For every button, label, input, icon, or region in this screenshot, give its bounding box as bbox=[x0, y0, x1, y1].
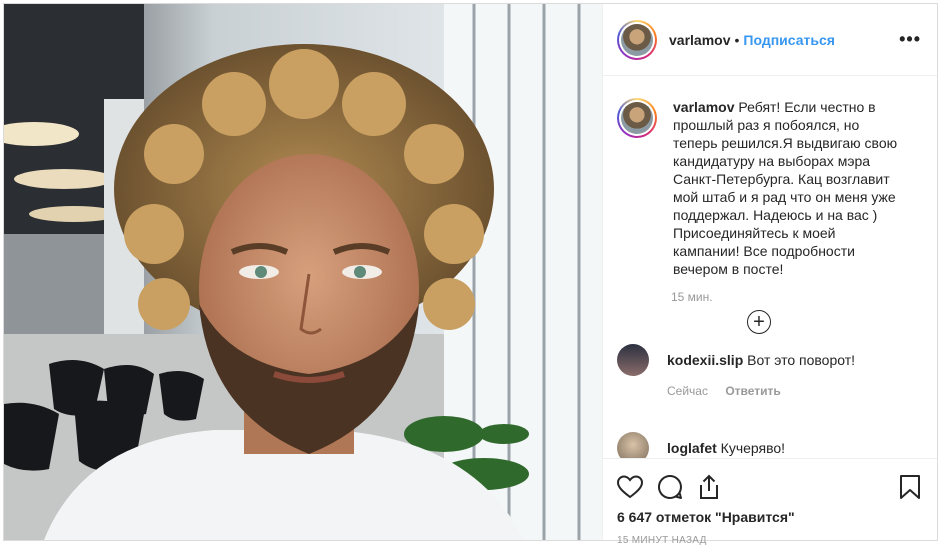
post-header: varlamov • Подписаться ••• bbox=[603, 4, 937, 76]
caption-avatar[interactable] bbox=[617, 98, 657, 138]
reply-button[interactable]: Ответить bbox=[725, 384, 780, 398]
comment-text: Кучеряво! bbox=[720, 440, 786, 456]
comment-username[interactable]: kodexii.slip bbox=[667, 352, 743, 368]
comment-username[interactable]: loglafet bbox=[667, 440, 717, 456]
comment-avatar[interactable] bbox=[617, 344, 649, 376]
selfie-photo bbox=[4, 4, 602, 540]
comment-time: Сейчас bbox=[667, 384, 708, 398]
caption-body: Ребят! Если честно в прошлый раз я побоя… bbox=[673, 99, 898, 277]
caption-text-block: varlamov Ребят! Если честно в прошлый ра… bbox=[673, 98, 905, 278]
author-username[interactable]: varlamov bbox=[669, 32, 730, 48]
post-side-panel: varlamov • Подписаться ••• varlamov Ребя… bbox=[602, 4, 937, 546]
comment-icon[interactable] bbox=[657, 474, 683, 500]
post-photo[interactable] bbox=[4, 4, 602, 540]
author-avatar-image bbox=[621, 23, 653, 56]
action-icons bbox=[617, 467, 921, 507]
comment-avatar[interactable] bbox=[617, 432, 649, 458]
post-timestamp[interactable]: 15 минут назад bbox=[617, 535, 921, 546]
caption-avatar-image bbox=[621, 102, 653, 134]
comment-body: kodexii.slip Вот это поворот! Сейчас Отв… bbox=[667, 344, 855, 398]
caption-time[interactable]: 15 мин. bbox=[671, 290, 921, 304]
header-separator: • bbox=[734, 31, 740, 48]
likes-count[interactable]: 6 647 отметок "Нравится" bbox=[617, 509, 921, 525]
more-options-icon[interactable]: ••• bbox=[899, 29, 921, 50]
comments-section[interactable]: varlamov Ребят! Если честно в прошлый ра… bbox=[603, 76, 937, 458]
post-caption: varlamov Ребят! Если честно в прошлый ра… bbox=[617, 98, 921, 278]
comment-meta: Сейчас Ответить bbox=[667, 384, 855, 398]
comment-item: kodexii.slip Вот это поворот! Сейчас Отв… bbox=[617, 344, 855, 398]
share-icon[interactable] bbox=[697, 474, 721, 500]
load-more-icon[interactable]: + bbox=[747, 310, 771, 334]
post-actions: 6 647 отметок "Нравится" 15 минут назад bbox=[603, 458, 937, 546]
comment-body: loglafet Кучеряво! bbox=[667, 432, 785, 458]
comment-text: Вот это поворот! bbox=[747, 352, 856, 368]
author-avatar[interactable] bbox=[617, 19, 657, 60]
caption-username[interactable]: varlamov bbox=[673, 99, 734, 115]
like-icon[interactable] bbox=[617, 475, 643, 499]
bookmark-icon[interactable] bbox=[899, 474, 921, 500]
instagram-post: varlamov • Подписаться ••• varlamov Ребя… bbox=[3, 3, 938, 546]
follow-button[interactable]: Подписаться bbox=[743, 32, 835, 48]
comment-item: loglafet Кучеряво! bbox=[617, 432, 785, 458]
